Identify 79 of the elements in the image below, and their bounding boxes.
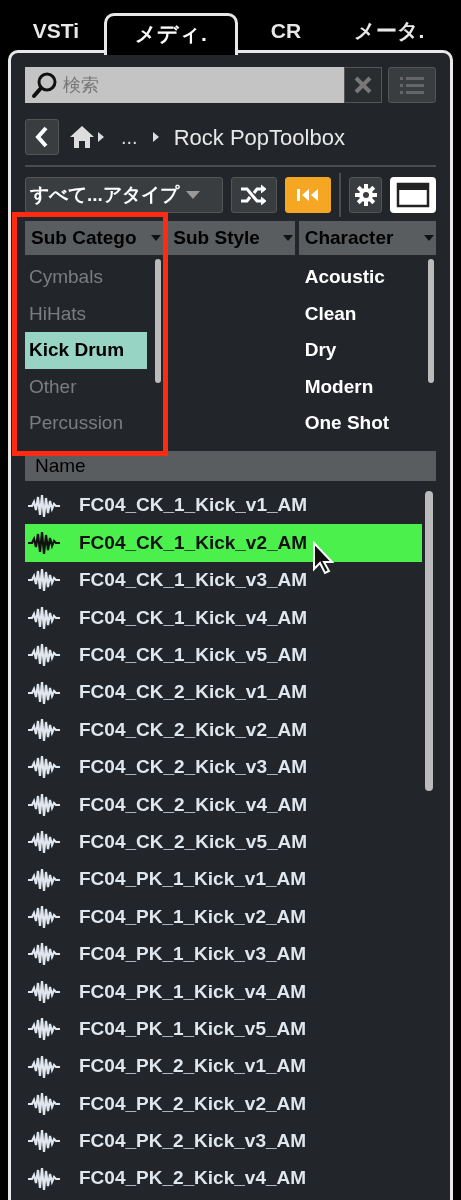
tab[interactable]: メディ. bbox=[104, 13, 238, 55]
home-icon[interactable] bbox=[69, 125, 95, 149]
file-row[interactable]: FC04_PK_2_Kick_v3_AM bbox=[25, 1122, 422, 1161]
dropdown-arrow-icon bbox=[184, 190, 201, 200]
waveform-icon bbox=[27, 1165, 61, 1192]
tab[interactable]: CR bbox=[238, 10, 334, 52]
waveform-icon bbox=[27, 791, 61, 818]
breadcrumb-current[interactable]: Rock PopToolbox bbox=[173, 120, 345, 154]
file-row[interactable]: FC04_CK_1_Kick_v4_AM bbox=[25, 599, 422, 637]
window-layout-button[interactable] bbox=[389, 177, 436, 213]
waveform-icon bbox=[27, 530, 61, 557]
file-row[interactable]: FC04_CK_1_Kick_v1_AM bbox=[25, 487, 422, 525]
waveform-icon bbox=[27, 679, 61, 706]
breadcrumb-ellipsis[interactable]: ... bbox=[121, 122, 138, 152]
filter-item[interactable]: Cymbals bbox=[25, 259, 154, 296]
waveform-icon bbox=[27, 604, 61, 631]
file-row[interactable]: FC04_CK_2_Kick_v2_AM bbox=[25, 711, 422, 749]
settings-button[interactable] bbox=[349, 177, 382, 213]
waveform-icon bbox=[27, 866, 61, 893]
search-field[interactable]: 検索 bbox=[25, 67, 344, 103]
waveform-icon bbox=[27, 492, 61, 519]
scrollbar-thumb[interactable] bbox=[428, 259, 434, 383]
file-row[interactable]: FC04_PK_2_Kick_v2_AM bbox=[25, 1085, 422, 1123]
filter-item[interactable]: One Shot bbox=[298, 405, 426, 442]
back-button[interactable] bbox=[25, 119, 59, 155]
chevron-icon bbox=[97, 131, 105, 143]
waveform-icon bbox=[27, 829, 61, 856]
waveform-icon bbox=[27, 1053, 61, 1080]
clear-button[interactable] bbox=[344, 67, 382, 103]
dropdown-arrow-icon bbox=[424, 235, 434, 241]
filter-item[interactable]: Dry bbox=[298, 332, 426, 369]
waveform-icon bbox=[27, 1016, 61, 1043]
file-row[interactable]: FC04_CK_1_Kick_v3_AM bbox=[25, 561, 422, 600]
filter-item[interactable]: Other bbox=[25, 368, 154, 405]
filter-item[interactable]: Kick Drum bbox=[25, 332, 148, 369]
file-row[interactable]: FC04_CK_1_Kick_v2_AM bbox=[25, 524, 422, 562]
waveform-icon bbox=[27, 567, 61, 594]
file-row[interactable]: FC04_PK_1_Kick_v4_AM bbox=[25, 973, 422, 1011]
autoplay-button[interactable] bbox=[285, 177, 332, 213]
file-row[interactable]: FC04_CK_2_Kick_v5_AM bbox=[25, 823, 422, 861]
file-row[interactable]: FC04_PK_2_Kick_v4_AM bbox=[25, 1160, 422, 1198]
file-row[interactable]: FC04_CK_1_Kick_v5_AM bbox=[25, 636, 422, 674]
settings-icon bbox=[354, 184, 377, 206]
file-row[interactable]: FC04_CK_2_Kick_v1_AM bbox=[25, 673, 422, 712]
scrollbar-thumb[interactable] bbox=[155, 259, 162, 383]
waveform-icon bbox=[27, 978, 61, 1005]
filter-item[interactable]: Percussion bbox=[25, 405, 154, 442]
shuffle-button[interactable] bbox=[231, 177, 278, 213]
file-row[interactable]: FC04_CK_2_Kick_v3_AM bbox=[25, 748, 422, 787]
waveform-icon bbox=[27, 941, 61, 968]
filter-item[interactable]: Modern bbox=[298, 368, 426, 405]
file-row[interactable]: FC04_CK_2_Kick_v4_AM bbox=[25, 786, 422, 824]
close-icon bbox=[353, 75, 373, 95]
waveform-icon bbox=[27, 904, 61, 930]
file-row[interactable]: FC04_PK_1_Kick_v3_AM bbox=[25, 935, 422, 974]
waveform-icon bbox=[27, 642, 61, 669]
scrollbar-thumb[interactable] bbox=[425, 491, 433, 791]
file-row[interactable]: FC04_PK_1_Kick_v2_AM bbox=[25, 898, 422, 936]
dropdown-arrow-icon bbox=[282, 235, 293, 241]
filter-item[interactable]: HiHats bbox=[25, 295, 154, 332]
waveform-icon bbox=[27, 1090, 61, 1117]
file-row[interactable]: FC04_PK_1_Kick_v5_AM bbox=[25, 1010, 422, 1048]
dropdown-arrow-icon bbox=[151, 235, 162, 241]
list-icon bbox=[398, 74, 426, 96]
file-row[interactable]: FC04_PK_1_Kick_v1_AM bbox=[25, 860, 422, 899]
tab[interactable]: メータ. bbox=[334, 10, 444, 52]
search-icon bbox=[31, 71, 59, 99]
chevron-icon bbox=[151, 131, 160, 143]
mouse-pointer-icon bbox=[312, 541, 336, 575]
waveform-icon bbox=[27, 1128, 61, 1155]
media-type-dropdown[interactable]: すべて...アタイプ bbox=[25, 177, 224, 213]
tab[interactable]: VSTi bbox=[8, 10, 104, 52]
file-row[interactable]: FC04_PK_2_Kick_v1_AM bbox=[25, 1047, 422, 1086]
waveform-icon bbox=[27, 717, 61, 744]
filter-item[interactable]: Clean bbox=[298, 295, 426, 332]
waveform-icon bbox=[27, 754, 61, 781]
rewind-icon bbox=[296, 188, 321, 202]
window-icon bbox=[395, 182, 430, 208]
filter-item[interactable]: Acoustic bbox=[298, 259, 426, 296]
